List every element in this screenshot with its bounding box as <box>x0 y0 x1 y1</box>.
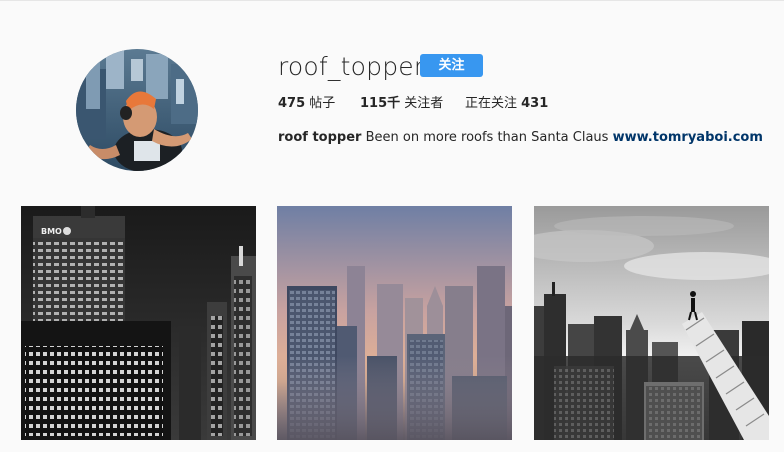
following-count-stat[interactable]: 正在关注 431 <box>465 96 548 112</box>
svg-text:BMO: BMO <box>41 227 62 236</box>
bio-text: Been on more roofs than Santa Claus <box>361 130 613 145</box>
profile-full-name: roof topper <box>278 130 362 145</box>
follow-button[interactable]: 关注 <box>420 54 483 77</box>
post-image-crane-climber <box>534 206 769 440</box>
profile-bio: roof topper Been on more roofs than Sant… <box>278 130 763 146</box>
followers-label: 关注者 <box>400 96 444 111</box>
post-thumbnail[interactable] <box>277 206 512 440</box>
posts-label: 帖子 <box>305 96 336 111</box>
profile-avatar[interactable] <box>76 49 198 171</box>
post-image-skyline-sunrise <box>277 206 512 440</box>
posts-count-stat: 475 帖子 <box>278 96 335 112</box>
post-image-bmo-tower: BMO <box>21 206 256 440</box>
top-divider <box>0 0 784 1</box>
followers-count-stat[interactable]: 115千 关注者 <box>360 96 443 112</box>
bio-website-link[interactable]: www.tomryaboi.com <box>613 130 763 145</box>
following-label: 正在关注 <box>465 96 522 111</box>
avatar-image <box>76 49 198 171</box>
following-count: 431 <box>521 96 549 111</box>
posts-count: 475 <box>278 96 306 111</box>
profile-username: roof_topper <box>278 52 425 81</box>
followers-count: 115千 <box>360 96 401 111</box>
post-thumbnail[interactable]: BMO <box>21 206 256 440</box>
post-thumbnail[interactable] <box>534 206 769 440</box>
